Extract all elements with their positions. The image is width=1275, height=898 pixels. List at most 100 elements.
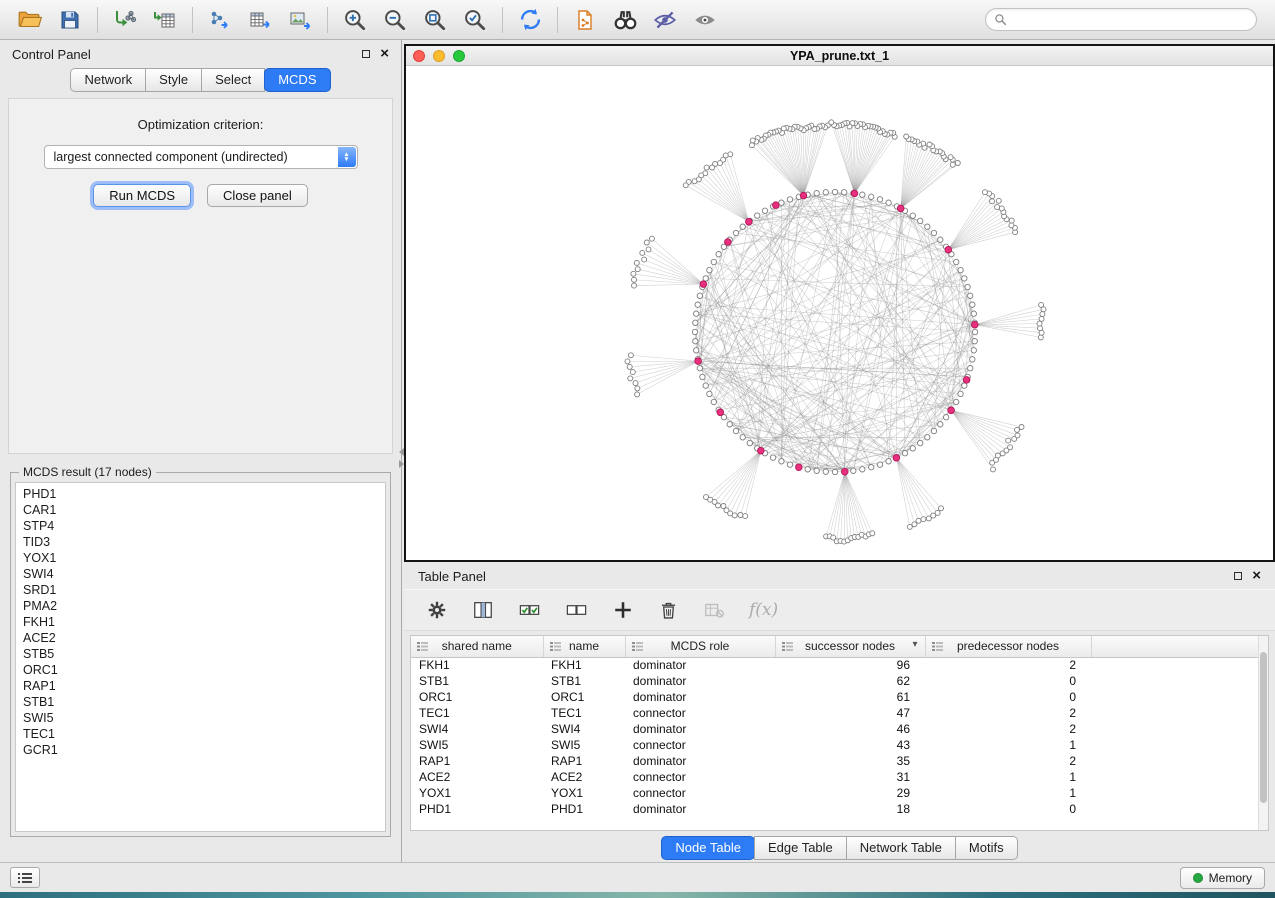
table-cell[interactable]: dominator [625, 673, 775, 689]
mcds-result-item[interactable]: ACE2 [23, 630, 385, 646]
hide-details-button[interactable] [645, 4, 685, 36]
table-row[interactable]: SWI4SWI4dominator462 [411, 721, 1260, 737]
mcds-result-item[interactable]: ORC1 [23, 662, 385, 678]
mcds-result-item[interactable]: TID3 [23, 534, 385, 550]
import-table-button[interactable] [145, 4, 185, 36]
table-cell[interactable]: dominator [625, 753, 775, 769]
table-cell[interactable]: 2 [925, 721, 1091, 737]
table-cell[interactable]: connector [625, 769, 775, 785]
export-table-button[interactable] [240, 4, 280, 36]
network-window-titlebar[interactable]: YPA_prune.txt_1 [406, 46, 1273, 66]
import-network-button[interactable] [105, 4, 145, 36]
search-field[interactable] [985, 8, 1257, 31]
mcds-result-item[interactable]: GCR1 [23, 742, 385, 758]
close-panel-button[interactable]: Close panel [207, 184, 308, 207]
save-session-button[interactable] [50, 4, 90, 36]
tab-select[interactable]: Select [201, 68, 265, 92]
mcds-result-item[interactable]: SRD1 [23, 582, 385, 598]
table-cell[interactable]: 1 [925, 785, 1091, 801]
table-cell[interactable]: 18 [775, 801, 925, 817]
tab-mcds[interactable]: MCDS [264, 68, 330, 92]
table-cell[interactable]: 43 [775, 737, 925, 753]
mcds-result-item[interactable]: SWI4 [23, 566, 385, 582]
float-panel-icon[interactable] [362, 50, 370, 58]
tab-network[interactable]: Network [70, 68, 146, 92]
table-cell[interactable]: 96 [775, 657, 925, 673]
status-menu-button[interactable] [10, 867, 40, 888]
table-cell[interactable]: 31 [775, 769, 925, 785]
memory-button[interactable]: Memory [1180, 867, 1265, 889]
float-table-panel-icon[interactable] [1234, 572, 1242, 580]
table-cell[interactable]: 47 [775, 705, 925, 721]
table-cell[interactable]: connector [625, 785, 775, 801]
zoom-fit-button[interactable] [415, 4, 455, 36]
table-settings-button[interactable] [426, 599, 448, 621]
network-graph[interactable] [406, 66, 1273, 560]
table-row[interactable]: SWI5SWI5connector431 [411, 737, 1260, 753]
table-cell[interactable]: ACE2 [411, 769, 543, 785]
table-cell[interactable]: 61 [775, 689, 925, 705]
table-cell[interactable]: ORC1 [411, 689, 543, 705]
table-cell[interactable]: connector [625, 737, 775, 753]
mcds-result-item[interactable]: STB5 [23, 646, 385, 662]
table-row[interactable]: TEC1TEC1connector472 [411, 705, 1260, 721]
table-tab-network-table[interactable]: Network Table [846, 836, 956, 860]
table-row[interactable]: PHD1PHD1dominator180 [411, 801, 1260, 817]
table-cell[interactable]: RAP1 [543, 753, 625, 769]
table-row[interactable]: STB1STB1dominator620 [411, 673, 1260, 689]
table-cell[interactable]: STB1 [411, 673, 543, 689]
column-header-successor-nodes[interactable]: successor nodes ▾ [775, 636, 925, 657]
table-cell[interactable]: YOX1 [411, 785, 543, 801]
table-cell[interactable]: RAP1 [411, 753, 543, 769]
table-cell[interactable]: SWI5 [411, 737, 543, 753]
column-header-mcds-role[interactable]: MCDS role [625, 636, 775, 657]
select-all-rows-button[interactable] [518, 599, 541, 622]
table-cell[interactable]: connector [625, 705, 775, 721]
select-columns-button[interactable] [472, 599, 494, 621]
table-row[interactable]: ACE2ACE2connector311 [411, 769, 1260, 785]
search-input[interactable] [1012, 13, 1248, 27]
mcds-result-item[interactable]: SWI5 [23, 710, 385, 726]
mcds-result-item[interactable]: FKH1 [23, 614, 385, 630]
table-scrollbar[interactable] [1258, 636, 1268, 830]
table-row[interactable]: FKH1FKH1dominator962 [411, 657, 1260, 673]
table-row[interactable]: ORC1ORC1dominator610 [411, 689, 1260, 705]
delete-column-button[interactable] [658, 600, 679, 621]
table-cell[interactable]: dominator [625, 801, 775, 817]
table-cell[interactable]: YOX1 [543, 785, 625, 801]
table-cell[interactable]: 2 [925, 753, 1091, 769]
table-cell[interactable]: 2 [925, 657, 1091, 673]
column-header-name[interactable]: name [543, 636, 625, 657]
close-table-panel-icon[interactable]: × [1252, 571, 1261, 581]
table-cell[interactable]: 0 [925, 801, 1091, 817]
scrollbar-thumb[interactable] [1260, 652, 1267, 803]
zoom-out-button[interactable] [375, 4, 415, 36]
table-cell[interactable]: 0 [925, 673, 1091, 689]
network-canvas[interactable] [406, 66, 1273, 560]
mcds-result-item[interactable]: CAR1 [23, 502, 385, 518]
deselect-all-rows-button[interactable] [565, 599, 588, 622]
run-mcds-button[interactable]: Run MCDS [93, 184, 191, 207]
table-cell[interactable]: FKH1 [411, 657, 543, 673]
table-tab-motifs[interactable]: Motifs [955, 836, 1018, 860]
mcds-result-item[interactable]: PHD1 [23, 486, 385, 502]
column-header-shared-name[interactable]: shared name [411, 636, 543, 657]
table-cell[interactable]: 1 [925, 737, 1091, 753]
search-network-button[interactable] [605, 4, 645, 36]
table-cell[interactable]: PHD1 [411, 801, 543, 817]
table-cell[interactable]: ORC1 [543, 689, 625, 705]
mcds-result-item[interactable]: RAP1 [23, 678, 385, 694]
table-cell[interactable]: 46 [775, 721, 925, 737]
document-share-button[interactable] [565, 4, 605, 36]
table-cell[interactable]: SWI4 [411, 721, 543, 737]
table-cell[interactable]: SWI5 [543, 737, 625, 753]
table-cell[interactable]: dominator [625, 657, 775, 673]
tab-style[interactable]: Style [145, 68, 202, 92]
mcds-result-item[interactable]: STP4 [23, 518, 385, 534]
table-row[interactable]: YOX1YOX1connector291 [411, 785, 1260, 801]
export-network-button[interactable] [200, 4, 240, 36]
optimization-criterion-dropdown[interactable]: largest connected component (undirected)… [44, 145, 358, 169]
column-header-predecessor-nodes[interactable]: predecessor nodes [925, 636, 1091, 657]
table-cell[interactable]: 35 [775, 753, 925, 769]
show-details-button[interactable] [685, 4, 725, 36]
